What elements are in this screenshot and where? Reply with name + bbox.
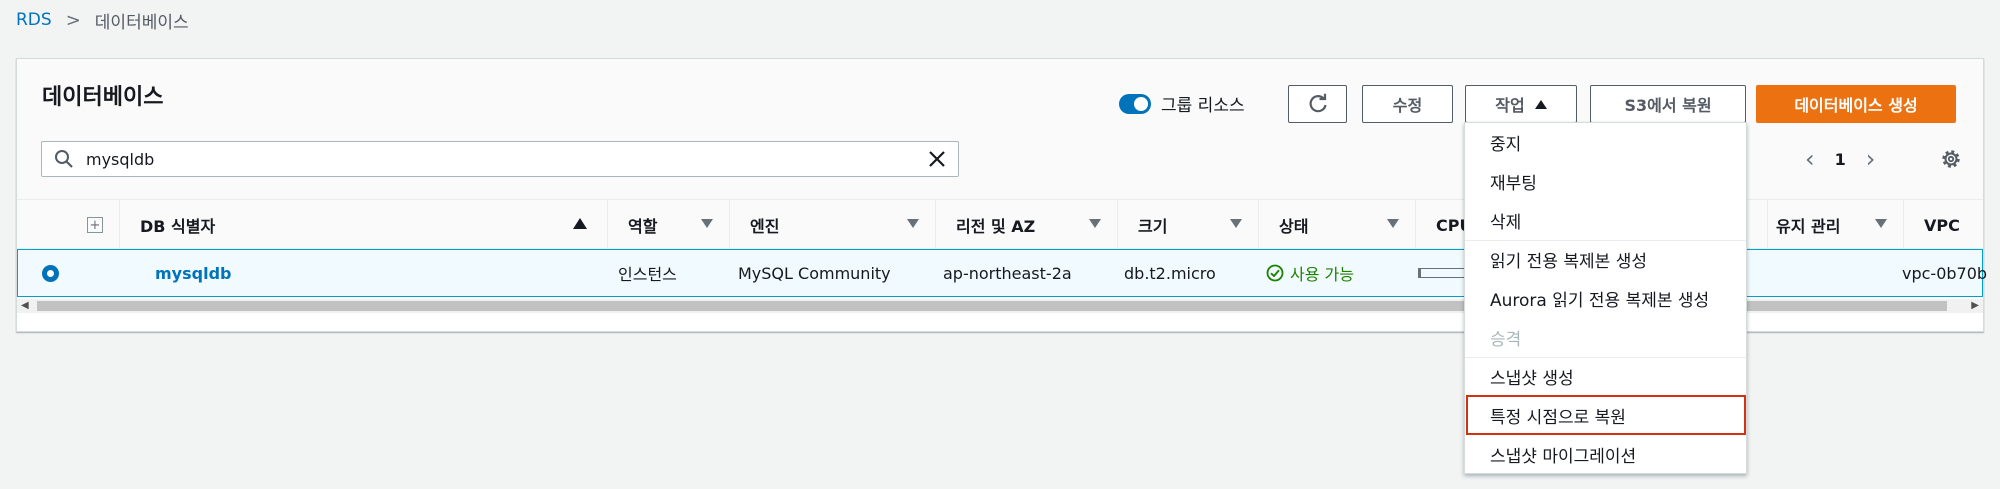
next-page-icon[interactable]: › <box>1866 145 1876 173</box>
menu-item-delete[interactable]: 삭제 <box>1465 201 1746 240</box>
highlight-box <box>1466 395 1746 435</box>
menu-item-stop[interactable]: 중지 <box>1465 123 1746 162</box>
group-resources-label: 그룹 리소스 <box>1161 96 1245 116</box>
gear-icon[interactable] <box>1939 147 1963 171</box>
check-circle-icon <box>1266 264 1284 282</box>
cell-role: 인스턴스 <box>618 265 677 284</box>
status-text: 사용 가능 <box>1290 265 1354 284</box>
sort-icon <box>1875 219 1887 228</box>
row-select-radio[interactable] <box>42 250 59 296</box>
toggle-knob <box>1134 96 1148 111</box>
group-resources-toggle[interactable]: 그룹 리소스 <box>1119 91 1245 116</box>
breadcrumb-separator: > <box>65 9 81 31</box>
cell-size: db.t2.micro <box>1124 263 1216 283</box>
create-database-button[interactable]: 데이터베이스 생성 <box>1756 85 1956 123</box>
column-status[interactable]: 상태 <box>1258 200 1415 250</box>
column-maintenance-label: 유지 관리 <box>1776 217 1841 236</box>
actions-dropdown-menu: 중지 재부팅 삭제 읽기 전용 복제본 생성 Aurora 읽기 전용 복제본 … <box>1464 122 1747 474</box>
menu-item-take-snapshot[interactable]: 스냅샷 생성 <box>1465 357 1746 396</box>
current-page[interactable]: 1 <box>1835 150 1846 169</box>
column-identifier[interactable]: DB 식별자 <box>119 200 607 250</box>
sort-asc-icon <box>573 218 587 229</box>
breadcrumb: RDS > 데이터베이스 <box>16 8 189 33</box>
pagination: ‹ 1 › <box>1805 145 1875 173</box>
page-title: 데이터베이스 <box>42 85 164 110</box>
column-vpc-label: VPC <box>1924 215 1960 235</box>
sort-icon <box>1387 219 1399 228</box>
cell-region: ap-northeast-2a <box>943 263 1072 283</box>
cell-engine: MySQL Community <box>738 263 891 283</box>
clear-search-icon[interactable] <box>926 148 948 170</box>
column-maintenance[interactable]: 유지 관리 <box>1767 200 1903 250</box>
edit-button[interactable]: 수정 <box>1362 85 1453 123</box>
actions-button[interactable]: 작업 <box>1465 85 1577 123</box>
expand-all-icon[interactable]: + <box>87 217 103 233</box>
column-vpc[interactable]: VPC <box>1903 200 1985 250</box>
menu-item-create-aurora-read-replica[interactable]: Aurora 읽기 전용 복제본 생성 <box>1465 279 1746 318</box>
column-identifier-label: DB 식별자 <box>140 217 216 236</box>
status-badge: 사용 가능 <box>1266 250 1354 296</box>
actions-label: 작업 <box>1495 96 1525 115</box>
column-size[interactable]: 크기 <box>1117 200 1258 250</box>
caret-up-icon <box>1534 99 1547 109</box>
search-box <box>41 141 959 177</box>
refresh-icon <box>1309 93 1327 113</box>
column-role-label: 역할 <box>628 217 658 236</box>
scroll-left-icon[interactable]: ◀ <box>21 300 29 311</box>
column-region[interactable]: 리전 및 AZ <box>935 200 1117 250</box>
menu-item-promote: 승격 <box>1490 330 1522 350</box>
db-identifier-link[interactable]: mysqldb <box>155 250 231 296</box>
sort-icon <box>1230 219 1242 228</box>
column-engine-label: 엔진 <box>750 217 780 236</box>
cpu-usage-bar <box>1418 268 1468 278</box>
radio-selected-icon[interactable] <box>42 264 59 282</box>
menu-item-migrate-snapshot[interactable]: 스냅샷 마이그레이션 <box>1465 435 1746 474</box>
menu-item-reboot[interactable]: 재부팅 <box>1465 162 1746 201</box>
refresh-button[interactable] <box>1288 85 1347 123</box>
scroll-right-icon[interactable]: ▶ <box>1971 300 1979 311</box>
sort-icon <box>907 219 919 228</box>
breadcrumb-current: 데이터베이스 <box>94 12 189 33</box>
menu-item-create-read-replica[interactable]: 읽기 전용 복제본 생성 <box>1465 240 1746 279</box>
column-role[interactable]: 역할 <box>607 200 729 250</box>
breadcrumb-rds-link[interactable]: RDS <box>16 10 52 30</box>
expand-all-column[interactable]: + <box>71 200 119 250</box>
sort-icon <box>1089 219 1101 228</box>
column-engine[interactable]: 엔진 <box>729 200 935 250</box>
cell-cpu <box>1418 250 1468 296</box>
cell-vpc: vpc-0b70b <box>1902 263 1988 283</box>
column-status-label: 상태 <box>1279 217 1309 236</box>
column-region-label: 리전 및 AZ <box>956 217 1036 236</box>
restore-from-s3-button[interactable]: S3에서 복원 <box>1590 85 1746 123</box>
search-input[interactable] <box>86 149 926 169</box>
toggle-switch[interactable] <box>1119 93 1151 114</box>
prev-page-icon[interactable]: ‹ <box>1805 145 1815 173</box>
search-icon <box>55 150 73 168</box>
sort-icon <box>701 219 713 228</box>
column-size-label: 크기 <box>1138 217 1168 236</box>
